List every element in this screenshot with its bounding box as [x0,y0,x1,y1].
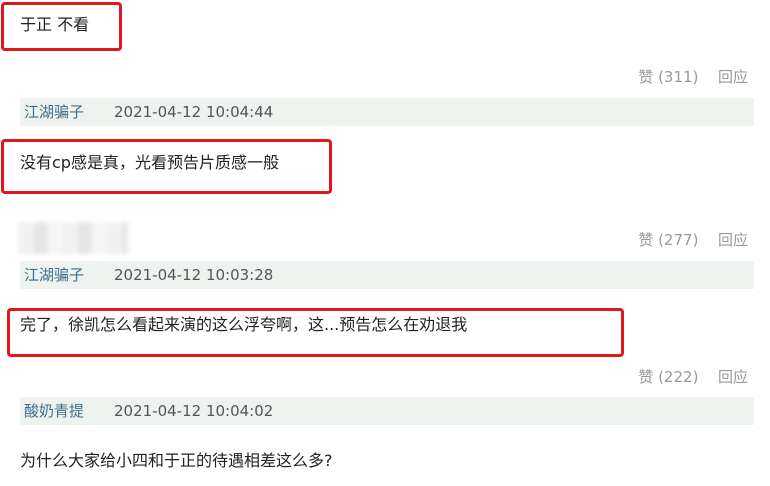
like-button[interactable]: 赞 (277) [638,231,698,249]
comment-timestamp: 2021-04-12 10:04:02 [114,402,274,420]
comment-actions: 赞 (311) 回应 [638,66,748,87]
comment-content: 为什么大家给小四和于正的待遇相差这么多? [20,451,333,470]
comment-username[interactable]: 酸奶青提 [24,397,84,425]
comment-timestamp: 2021-04-12 10:03:28 [114,266,274,284]
like-button[interactable]: 赞 (311) [638,68,698,86]
comment-username[interactable]: 江湖骗子 [24,98,84,126]
comment-username[interactable]: 江湖骗子 [24,261,84,289]
reply-button[interactable]: 回应 [718,231,748,249]
comment-actions: 赞 (222) 回应 [638,366,748,387]
like-button[interactable]: 赞 (222) [638,368,698,386]
reply-button[interactable]: 回应 [718,368,748,386]
comment-content: 没有cp感是真，光看预告片质感一般 [20,153,279,172]
comment-content: 于正 不看 [20,15,90,34]
reply-button[interactable]: 回应 [718,68,748,86]
comment-timestamp: 2021-04-12 10:04:44 [114,103,274,121]
comment-actions: 赞 (277) 回应 [638,229,748,250]
blurred-avatar [18,222,128,254]
comment-content: 完了，徐凯怎么看起来演的这么浮夸啊，这...预告怎么在劝退我 [20,315,468,334]
